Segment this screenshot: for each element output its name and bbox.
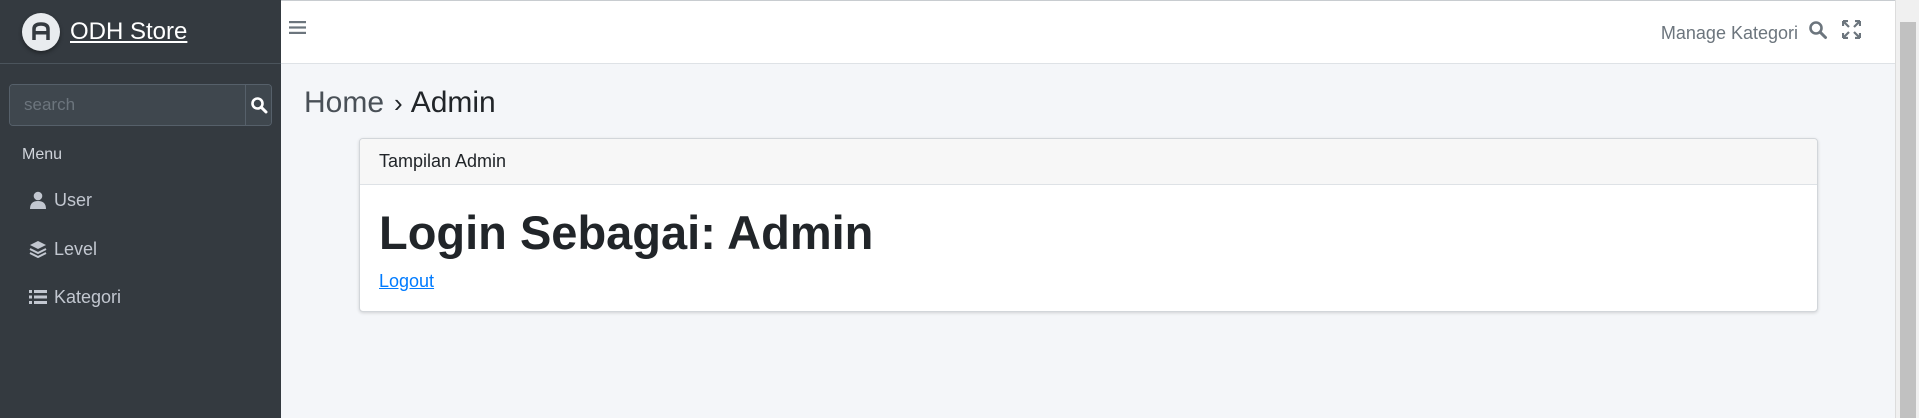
- brand-logo: [22, 12, 60, 51]
- user-icon: [28, 190, 48, 210]
- breadcrumb-home[interactable]: Home: [304, 86, 384, 120]
- hamburger-menu-icon[interactable]: [289, 20, 306, 40]
- sidebar-search: [9, 84, 272, 126]
- list-icon: [28, 287, 48, 307]
- sidebar-item-label: Level: [54, 238, 98, 259]
- breadcrumb-separator: ›: [394, 88, 403, 118]
- fullscreen-icon[interactable]: [1841, 19, 1862, 44]
- top-navbar: Manage Kategori: [281, 0, 1895, 64]
- brand[interactable]: ODH Store: [0, 0, 281, 64]
- scrollbar[interactable]: [1895, 0, 1919, 418]
- logout-link[interactable]: Logout: [379, 271, 434, 292]
- breadcrumb: Home › Admin: [304, 86, 496, 120]
- search-input[interactable]: [10, 85, 245, 125]
- breadcrumb-current: Admin: [410, 86, 496, 119]
- sidebar-item-user[interactable]: User: [28, 185, 92, 215]
- sidebar-item-kategori[interactable]: Kategori: [28, 282, 121, 312]
- brand-name[interactable]: ODH Store: [70, 18, 187, 46]
- layers-icon: [28, 239, 48, 259]
- menu-header: Menu: [22, 146, 63, 163]
- manage-kategori-link[interactable]: Manage Kategori: [1661, 23, 1798, 44]
- sidebar: ODH Store Menu User Level: [0, 0, 281, 418]
- admin-card: Tampilan Admin Login Sebagai: Admin Logo…: [359, 138, 1818, 312]
- sidebar-item-level[interactable]: Level: [28, 234, 97, 264]
- card-header: Tampilan Admin: [360, 139, 1817, 185]
- search-icon: [250, 97, 267, 114]
- navbar-search-icon[interactable]: [1808, 20, 1828, 45]
- search-button[interactable]: [245, 85, 271, 125]
- sidebar-item-label: User: [54, 189, 93, 210]
- scrollbar-thumb[interactable]: [1900, 22, 1916, 418]
- login-title: Login Sebagai: Admin: [379, 206, 874, 259]
- sidebar-item-label: Kategori: [54, 286, 122, 307]
